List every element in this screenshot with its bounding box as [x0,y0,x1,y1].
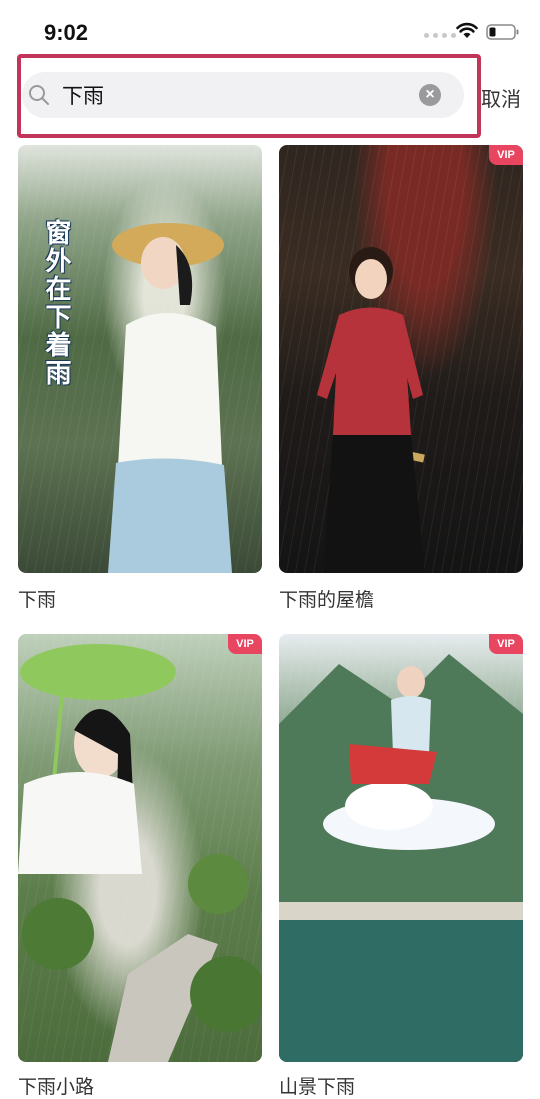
result-title[interactable]: 下雨 [18,585,56,612]
result-card[interactable]: VIP [279,145,523,573]
search-input[interactable] [62,76,402,114]
battery-icon [486,24,519,40]
vip-badge: VIP [489,145,523,165]
search-icon [29,85,49,105]
result-card[interactable]: VIP [279,634,523,1062]
wifi-icon [456,22,478,38]
card-thumbnail-figure [108,223,232,573]
clear-search-icon[interactable]: × [419,84,441,106]
result-title[interactable]: 山景下雨 [279,1072,355,1099]
status-time: 9:02 [44,20,89,45]
cellular-signal-icon [424,33,456,38]
cancel-button[interactable]: 取消 [481,83,521,112]
result-card[interactable]: 窗外在下着雨 [18,145,262,573]
vip-badge: VIP [228,634,262,654]
status-bar: 9:02 [0,0,540,56]
vip-badge: VIP [489,634,523,654]
result-title[interactable]: 下雨小路 [18,1072,94,1099]
result-card[interactable]: VIP [18,634,262,1062]
card-thumbnail-figure [317,247,425,573]
overlay-caption: 窗外在下着雨 [42,219,72,387]
card-thumbnail-figure [18,644,262,1062]
card-thumbnail-figure [279,654,523,1062]
result-title[interactable]: 下雨的屋檐 [279,585,374,612]
